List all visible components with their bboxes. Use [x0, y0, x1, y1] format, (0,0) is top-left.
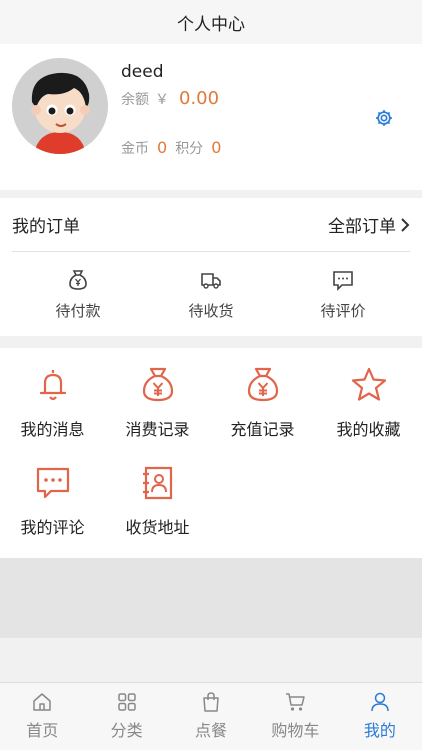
chevron-right-icon: [401, 217, 410, 232]
tab-category[interactable]: 分类: [84, 683, 168, 750]
feature-my-messages-label: 我的消息: [20, 420, 85, 439]
order-pending-receipt-label: 待收货: [188, 302, 234, 320]
tab-cart-label: 购物车: [271, 721, 320, 740]
points-value: 0: [211, 138, 222, 157]
user-icon: [371, 692, 389, 712]
feature-spending-records[interactable]: 消费记录: [105, 366, 210, 440]
coins-value: 0: [157, 138, 168, 157]
tab-order-food[interactable]: 点餐: [169, 683, 253, 750]
coins-label: 金币: [121, 141, 149, 157]
balance-row: 余额 ￥ 0.00: [121, 88, 219, 109]
order-pending-payment-label: 待付款: [55, 302, 101, 320]
feature-my-favorites[interactable]: 我的收藏: [316, 366, 421, 440]
orders-header: 我的订单 全部订单: [12, 198, 410, 252]
avatar-cartoon-icon: [12, 58, 108, 154]
orders-section: 我的订单 全部订单 待付款 待收货 待评价: [0, 198, 422, 336]
order-pending-payment[interactable]: 待付款: [23, 268, 133, 321]
feature-recharge-records-label: 充值记录: [230, 420, 295, 439]
money-bag-icon: [69, 270, 87, 290]
feature-shipping-address-label: 收货地址: [125, 518, 190, 537]
address-book-icon: [142, 466, 172, 500]
comment-icon: [36, 467, 69, 499]
all-orders-label: 全部订单: [328, 217, 396, 237]
features-grid: 我的消息 消费记录 充值记录 我的收藏 我的评论 收货地址: [0, 348, 422, 558]
coins-points-row: 金币 0 积分 0: [121, 134, 221, 158]
avatar[interactable]: [12, 58, 108, 154]
delivery-truck-icon: [201, 273, 221, 289]
tab-cart[interactable]: 购物车: [253, 683, 337, 750]
balance-value: 0.00: [179, 88, 220, 109]
feature-my-messages[interactable]: 我的消息: [0, 366, 105, 440]
all-orders-link[interactable]: 全部订单: [328, 212, 410, 237]
order-pending-review-label: 待评价: [320, 302, 366, 320]
tab-category-label: 分类: [110, 721, 143, 740]
page-header: 个人中心: [0, 0, 422, 44]
balance-label: 余额: [121, 92, 149, 108]
bottom-tab-bar: 首页 分类 点餐 购物车 我的: [0, 682, 422, 750]
gear-icon[interactable]: [374, 108, 394, 128]
feature-recharge-records[interactable]: 充值记录: [210, 366, 315, 440]
cart-icon: [286, 693, 306, 711]
tab-home[interactable]: 首页: [0, 683, 84, 750]
profile-card: deed 余额 ￥ 0.00 金币 0 积分 0: [0, 44, 422, 190]
money-bag-icon: [247, 367, 278, 402]
feature-my-comments-label: 我的评论: [20, 518, 85, 537]
tab-mine[interactable]: 我的: [338, 683, 422, 750]
feature-my-comments[interactable]: 我的评论: [0, 464, 105, 538]
tab-order-food-label: 点餐: [195, 721, 228, 740]
order-pending-receipt[interactable]: 待收货: [156, 268, 266, 321]
username: deed: [121, 62, 164, 82]
tab-mine-label: 我的: [363, 721, 396, 740]
page-title: 个人中心: [177, 14, 245, 35]
empty-area: [0, 558, 422, 638]
bell-icon: [39, 370, 66, 401]
star-icon: [351, 367, 386, 401]
shopping-bag-icon: [203, 692, 219, 712]
comment-icon: [333, 271, 353, 291]
feature-spending-records-label: 消费记录: [125, 420, 190, 439]
tab-home-label: 首页: [26, 721, 59, 740]
grid-icon: [117, 693, 136, 711]
orders-title: 我的订单: [12, 217, 80, 237]
points-label: 积分: [175, 141, 204, 157]
order-pending-review[interactable]: 待评价: [288, 268, 398, 321]
feature-shipping-address[interactable]: 收货地址: [105, 464, 210, 538]
home-icon: [33, 693, 51, 711]
money-bag-icon: [142, 367, 173, 402]
feature-my-favorites-label: 我的收藏: [336, 420, 401, 439]
currency-symbol: ￥: [155, 92, 169, 108]
